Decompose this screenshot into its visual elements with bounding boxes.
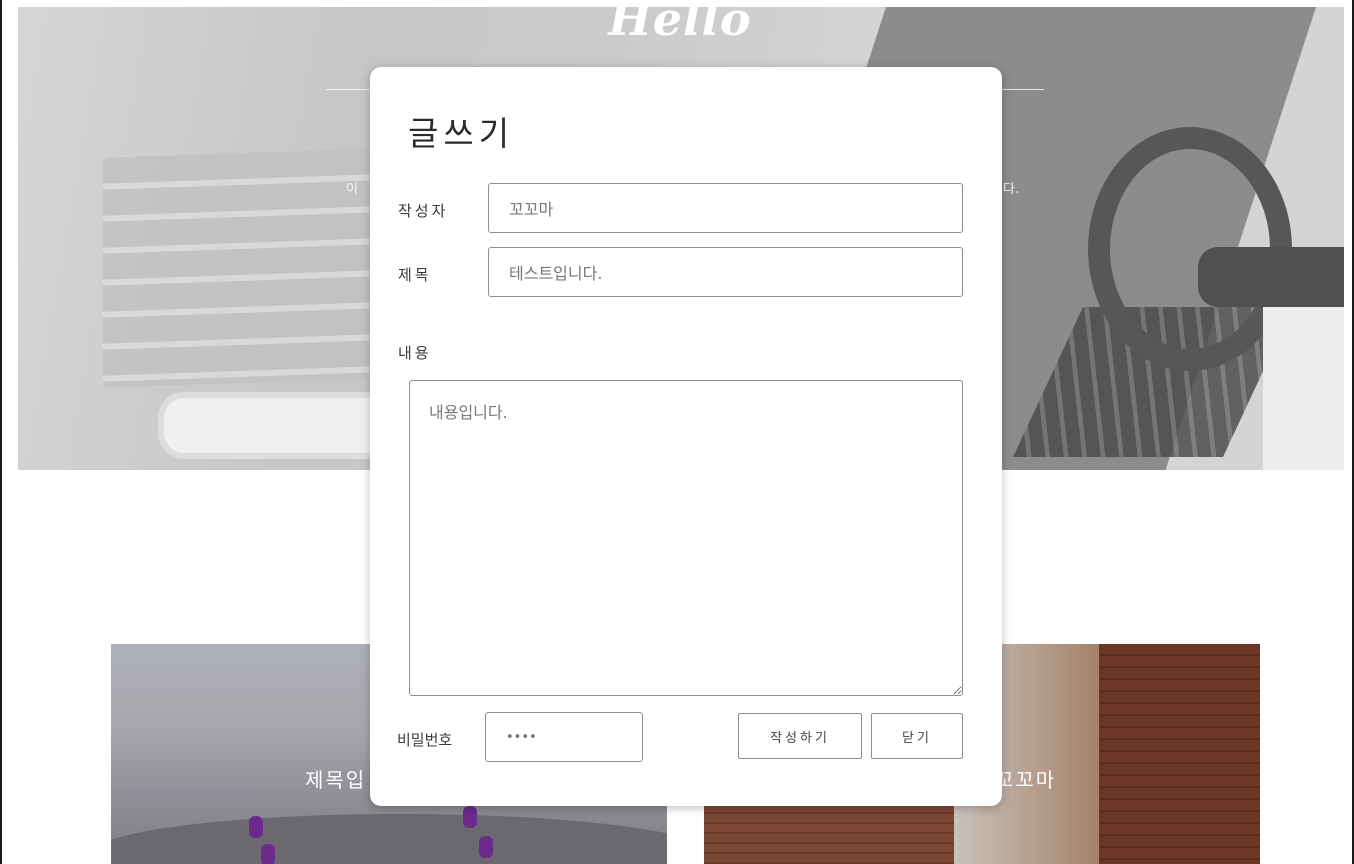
post-card-title-right: 꼬꼬마 [995, 768, 1057, 792]
author-field[interactable] [488, 183, 963, 233]
hero-subtitle-right: 다. [1003, 182, 1020, 197]
hero-rule-left [326, 89, 370, 90]
close-button[interactable]: 닫기 [871, 713, 963, 759]
post-card-title-left: 제목입 [305, 768, 367, 792]
card-brick-wall-image [1099, 644, 1260, 864]
write-post-modal: 글쓰기 작성자 제목 내용 내용입니다. 비밀번호 작성하기 닫기 [370, 67, 1002, 806]
content-label: 내용 [398, 344, 432, 362]
flower-image [479, 836, 493, 858]
password-field[interactable] [485, 712, 643, 762]
subject-label: 제목 [398, 266, 432, 284]
author-label: 작성자 [398, 202, 449, 220]
content-textarea[interactable]: 내용입니다. [409, 380, 963, 696]
flower-image [261, 844, 275, 864]
card-hill-image [111, 814, 667, 864]
flower-image [249, 816, 263, 838]
hero-title: Hello [608, 0, 752, 46]
modal-title: 글쓰기 [408, 114, 515, 153]
password-label: 비밀번호 [397, 731, 453, 749]
flower-image [463, 806, 477, 828]
hero-rule-right [1002, 89, 1044, 90]
submit-button[interactable]: 작성하기 [738, 713, 862, 759]
hero-subtitle-left: 이 [346, 182, 358, 197]
subject-field[interactable] [488, 247, 963, 297]
